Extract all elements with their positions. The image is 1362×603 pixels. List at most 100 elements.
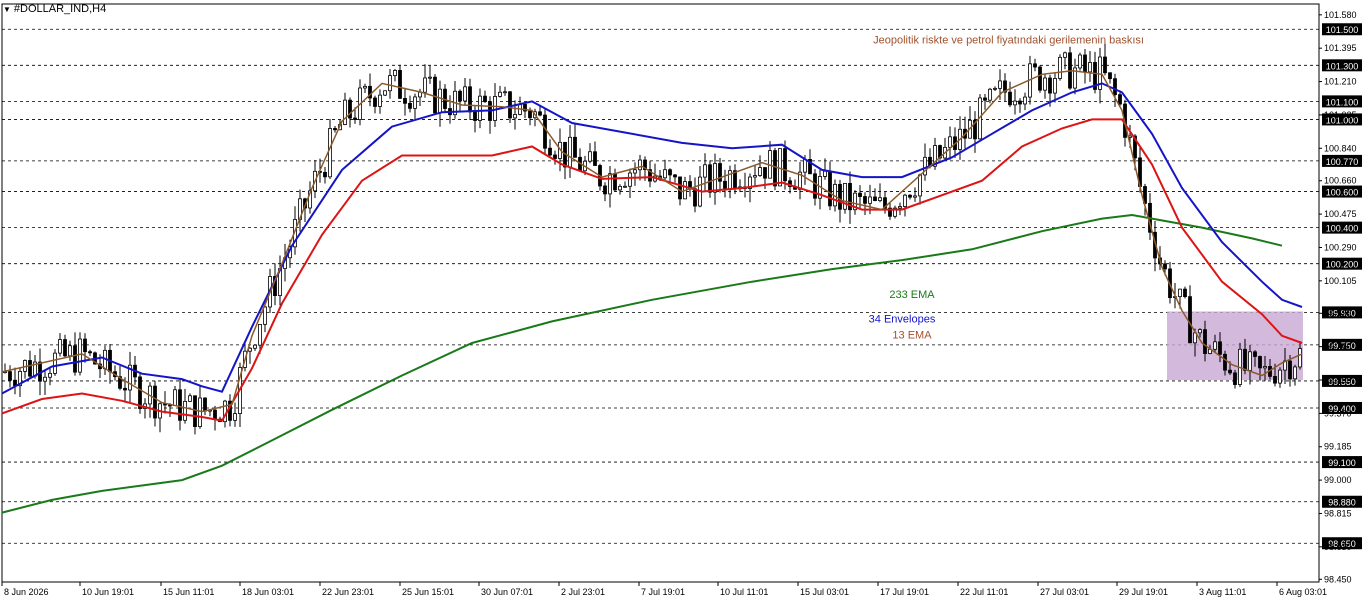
x-tick-label: 2 Jul 23:01 — [561, 587, 605, 597]
candle-body — [363, 85, 367, 89]
candle-body — [868, 196, 872, 204]
candle-body — [803, 158, 807, 173]
x-tick-label: 7 Jul 19:01 — [641, 587, 685, 597]
candle-body — [1273, 376, 1277, 384]
y-tick-label: 99.555 — [1324, 375, 1352, 385]
candle-body — [1213, 341, 1217, 350]
candle-body — [568, 136, 572, 168]
candle-body — [88, 351, 92, 354]
y-tick-label: 101.025 — [1324, 110, 1357, 120]
x-tick-label: 17 Jul 19:01 — [880, 587, 929, 597]
candle-body — [493, 96, 497, 121]
candle-body — [138, 376, 142, 409]
candle-body — [1198, 329, 1202, 334]
candle-body — [593, 151, 597, 166]
price-level-label: 100.770 — [1326, 157, 1359, 167]
y-tick-label: 99.370 — [1324, 408, 1352, 418]
candle-body — [78, 338, 82, 373]
candle-body — [188, 395, 192, 402]
candle-body — [58, 339, 62, 354]
x-tick-label: 25 Jun 15:01 — [402, 587, 454, 597]
candle-body — [1298, 348, 1302, 368]
candle-body — [528, 110, 532, 119]
candle-body — [1038, 66, 1042, 91]
x-tick-label: 8 Jun 2026 — [4, 587, 49, 597]
x-tick-label: 18 Jun 03:01 — [242, 587, 294, 597]
candle-body — [608, 173, 612, 195]
candle-body — [618, 185, 622, 191]
candle-body — [253, 344, 257, 349]
candle-body — [1163, 263, 1167, 270]
candle-body — [498, 91, 502, 97]
candle-body — [638, 159, 642, 171]
candle-body — [398, 70, 402, 99]
annotation-text: 13 EMA — [892, 330, 932, 342]
candle-body — [1203, 329, 1207, 354]
candle-body — [713, 163, 717, 193]
price-level-label: 99.100 — [1328, 458, 1356, 468]
candle-body — [838, 183, 842, 210]
ma-line-fast-ma — [1, 69, 1303, 413]
price-chart[interactable]: 101.500101.300101.100101.000100.770100.6… — [0, 0, 1362, 603]
candle-body — [1263, 366, 1267, 369]
y-tick-label: 100.660 — [1324, 176, 1357, 186]
candle-body — [1243, 348, 1247, 371]
candle-body — [1233, 372, 1237, 385]
candle-body — [673, 174, 677, 178]
x-tick-label: 15 Jun 11:01 — [163, 587, 214, 597]
candle-body — [198, 397, 202, 427]
candle-body — [178, 389, 182, 421]
y-tick-label: 98.815 — [1324, 508, 1352, 518]
candle-body — [763, 167, 767, 179]
candle-body — [503, 91, 507, 94]
candle-body — [603, 185, 607, 195]
candle-body — [588, 151, 592, 162]
candle-body — [1008, 91, 1012, 106]
candle-body — [1248, 351, 1252, 371]
candle-body — [323, 171, 327, 178]
y-tick-label: 98.450 — [1324, 574, 1352, 584]
candle-body — [998, 80, 1002, 89]
y-tick-label: 100.105 — [1324, 276, 1357, 286]
y-tick-label: 101.395 — [1324, 43, 1357, 53]
candle-body — [413, 96, 417, 109]
candle-body — [783, 148, 787, 182]
candle-body — [898, 206, 902, 209]
candle-body — [1018, 100, 1022, 105]
candle-body — [1048, 77, 1052, 94]
x-tick-label: 10 Jun 19:01 — [82, 587, 134, 597]
candle-body — [423, 77, 427, 93]
candle-body — [1293, 366, 1297, 380]
candle-body — [43, 376, 47, 382]
candle-body — [753, 175, 757, 178]
candle-body — [173, 389, 177, 406]
candle-body — [263, 306, 267, 325]
candle-body — [913, 195, 917, 198]
candle-body — [813, 173, 817, 199]
y-tick-label: 101.210 — [1324, 77, 1357, 87]
candle-body — [1183, 288, 1187, 298]
candle-body — [353, 117, 357, 120]
candle-body — [1288, 360, 1292, 380]
candle-body — [68, 345, 72, 357]
candle-body — [83, 338, 87, 353]
candle-body — [333, 128, 337, 131]
x-tick-label: 30 Jun 07:01 — [481, 587, 533, 597]
candle-body — [773, 150, 777, 187]
candle-body — [1023, 96, 1027, 105]
candle-body — [908, 194, 912, 198]
y-tick-label: 99.740 — [1324, 342, 1352, 352]
annotation-text: 233 EMA — [889, 289, 935, 301]
ma-line-233-ema — [1, 213, 1283, 514]
candle-body — [1253, 351, 1257, 357]
candle-body — [53, 352, 57, 374]
candle-body — [613, 173, 617, 191]
annotation-text: Jeopolitik riskte ve petrol fiyatındaki … — [873, 35, 1144, 47]
ma-line-34-envelopes — [1, 82, 1303, 395]
candle-body — [828, 170, 832, 207]
x-tick-label: 22 Jul 11:01 — [960, 587, 1008, 597]
price-level-label: 100.200 — [1326, 260, 1359, 270]
candle-body — [1083, 54, 1087, 73]
candle-body — [388, 75, 392, 92]
candle-body — [703, 164, 707, 178]
